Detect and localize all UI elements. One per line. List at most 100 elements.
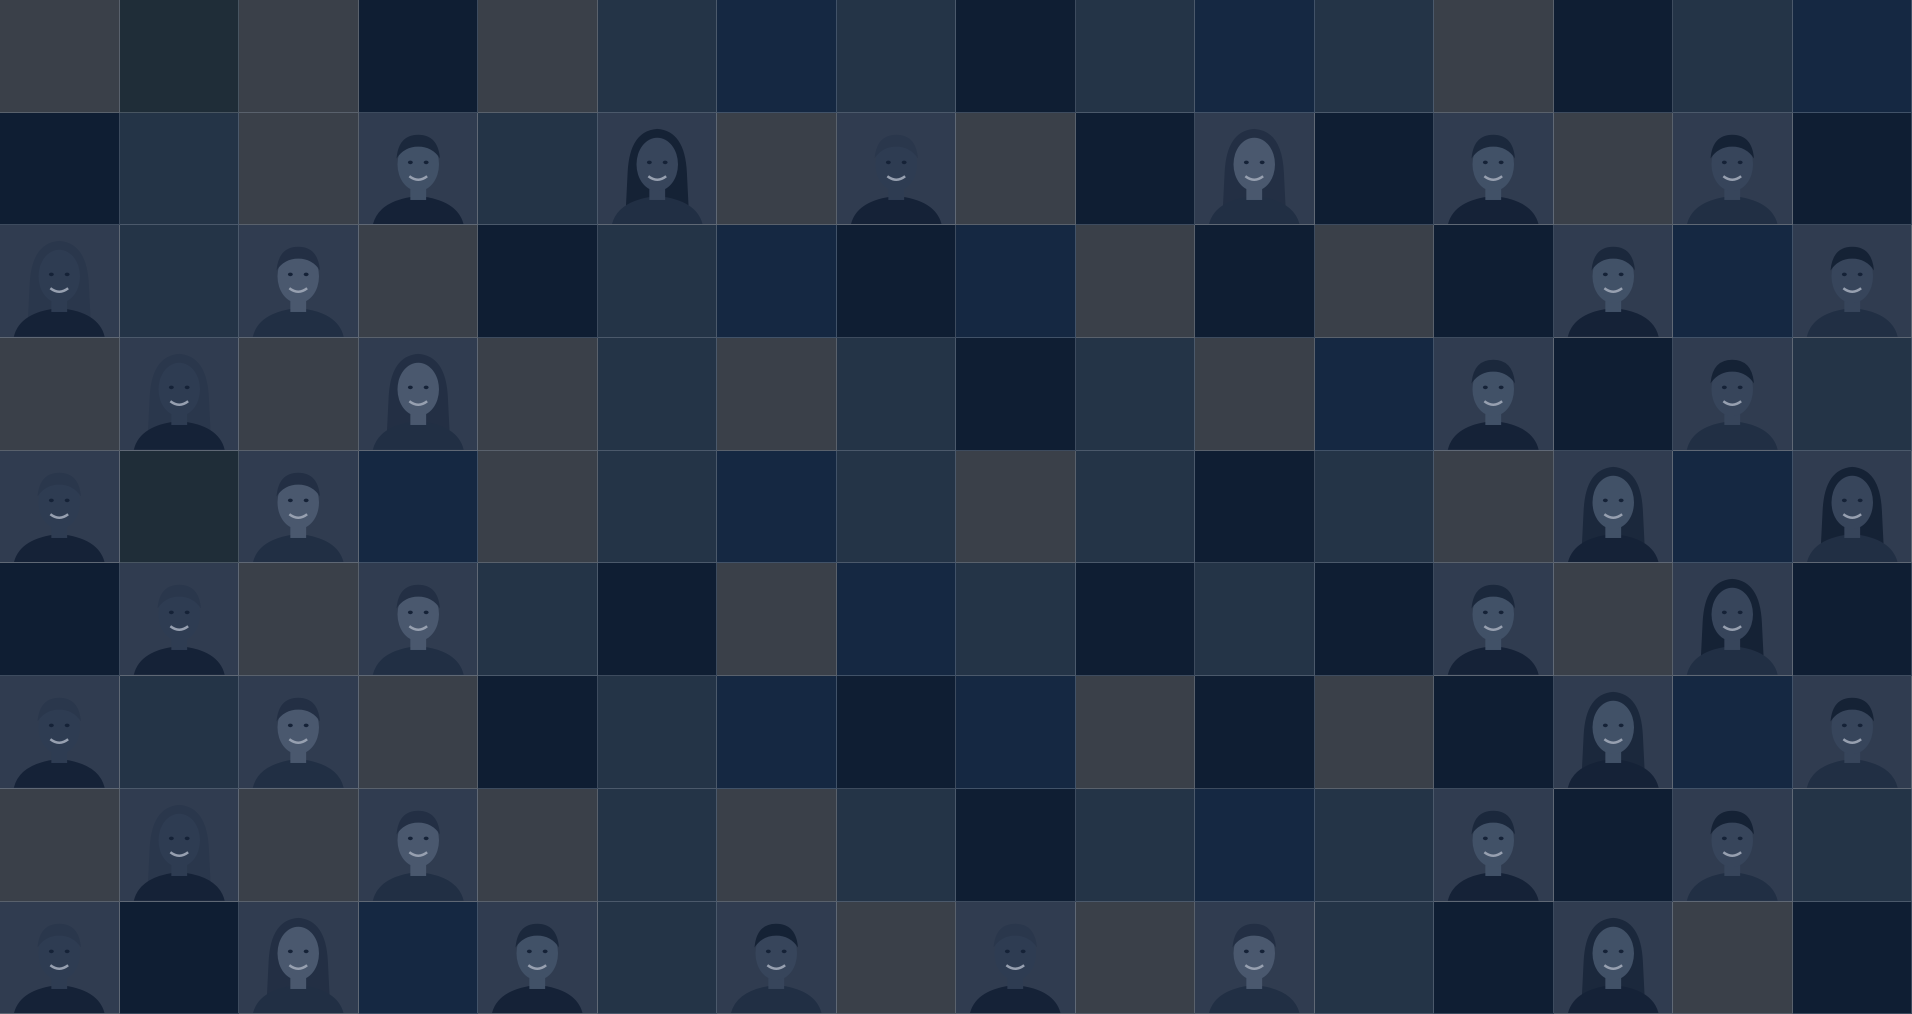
color-tile: [1195, 676, 1315, 789]
color-tile: [956, 225, 1076, 339]
color-tile: [1553, 0, 1673, 113]
person-portrait: [1567, 247, 1659, 338]
portrait-tile: [239, 225, 359, 339]
color-tile: [239, 788, 359, 902]
portrait-tile: [717, 901, 837, 1014]
person-portrait: [133, 804, 225, 901]
color-tile: [836, 901, 956, 1014]
color-tile: [1075, 901, 1195, 1014]
color-tile: [1434, 225, 1554, 339]
portrait-tile: [597, 112, 717, 226]
color-tile: [717, 788, 837, 902]
color-tile: [1314, 901, 1434, 1014]
person-portrait: [1686, 810, 1778, 901]
color-tile: [1314, 563, 1434, 677]
color-tile: [956, 450, 1076, 564]
person-portrait: [1686, 579, 1778, 676]
color-tile: [1314, 676, 1434, 789]
person-portrait: [13, 472, 105, 563]
person-portrait: [1447, 810, 1539, 901]
color-tile: [836, 563, 956, 677]
color-tile: [597, 450, 717, 564]
person-portrait: [13, 241, 105, 338]
color-tile: [0, 563, 120, 677]
person-portrait: [13, 923, 105, 1014]
color-tile: [836, 225, 956, 339]
color-tile: [717, 225, 837, 339]
person-portrait: [1447, 359, 1539, 450]
portrait-tile: [1434, 112, 1554, 226]
person-portrait: [1806, 697, 1898, 788]
color-tile: [119, 0, 239, 113]
portrait-tile: [1673, 788, 1793, 902]
portrait-tile: [239, 901, 359, 1014]
portrait-tile: [0, 901, 120, 1014]
color-tile: [239, 112, 359, 226]
color-tile: [478, 450, 598, 564]
color-tile: [836, 0, 956, 113]
color-tile: [597, 563, 717, 677]
portrait-tile: [119, 788, 239, 902]
portrait-tile: [0, 450, 120, 564]
person-portrait: [1447, 134, 1539, 225]
color-tile: [1075, 676, 1195, 789]
color-tile: [956, 112, 1076, 226]
color-tile: [956, 563, 1076, 677]
portrait-tile: [1553, 676, 1673, 789]
portrait-tile: [956, 901, 1076, 1014]
color-tile: [1553, 788, 1673, 902]
person-portrait: [730, 923, 822, 1014]
color-tile: [1673, 450, 1793, 564]
portrait-tile: [0, 676, 120, 789]
portrait-tile: [358, 338, 478, 451]
color-tile: [717, 676, 837, 789]
color-tile: [119, 901, 239, 1014]
color-tile: [358, 676, 478, 789]
portrait-tile: [1792, 450, 1912, 564]
color-tile: [478, 225, 598, 339]
portrait-tile: [1673, 563, 1793, 677]
portrait-tile: [1434, 338, 1554, 451]
color-tile: [1195, 563, 1315, 677]
color-tile: [597, 0, 717, 113]
color-tile: [119, 676, 239, 789]
portrait-tile: [0, 225, 120, 339]
person-portrait: [611, 128, 703, 225]
color-tile: [0, 338, 120, 451]
color-tile: [1792, 788, 1912, 902]
color-tile: [1792, 901, 1912, 1014]
color-tile: [836, 338, 956, 451]
portrait-tile: [1434, 788, 1554, 902]
person-portrait: [850, 134, 942, 225]
color-tile: [836, 450, 956, 564]
color-tile: [478, 338, 598, 451]
color-tile: [956, 338, 1076, 451]
color-tile: [597, 225, 717, 339]
portrait-tile: [1195, 112, 1315, 226]
color-tile: [1553, 112, 1673, 226]
color-tile: [1075, 225, 1195, 339]
color-tile: [0, 112, 120, 226]
portrait-tile: [1673, 112, 1793, 226]
color-tile: [1314, 450, 1434, 564]
person-portrait: [1567, 917, 1659, 1014]
person-portrait: [1567, 691, 1659, 788]
portrait-tile: [1792, 676, 1912, 789]
portrait-tile: [1792, 225, 1912, 339]
portrait-tile: [1195, 901, 1315, 1014]
portrait-tile: [1673, 338, 1793, 451]
color-tile: [956, 0, 1076, 113]
color-tile: [1195, 225, 1315, 339]
color-tile: [358, 0, 478, 113]
color-tile: [1314, 338, 1434, 451]
color-tile: [1792, 112, 1912, 226]
portrait-tile: [1434, 563, 1554, 677]
color-tile: [1075, 788, 1195, 902]
person-portrait: [969, 923, 1061, 1014]
color-tile: [1075, 112, 1195, 226]
color-tile: [1434, 676, 1554, 789]
color-tile: [358, 901, 478, 1014]
person-portrait: [372, 810, 464, 901]
color-tile: [717, 112, 837, 226]
color-tile: [478, 112, 598, 226]
